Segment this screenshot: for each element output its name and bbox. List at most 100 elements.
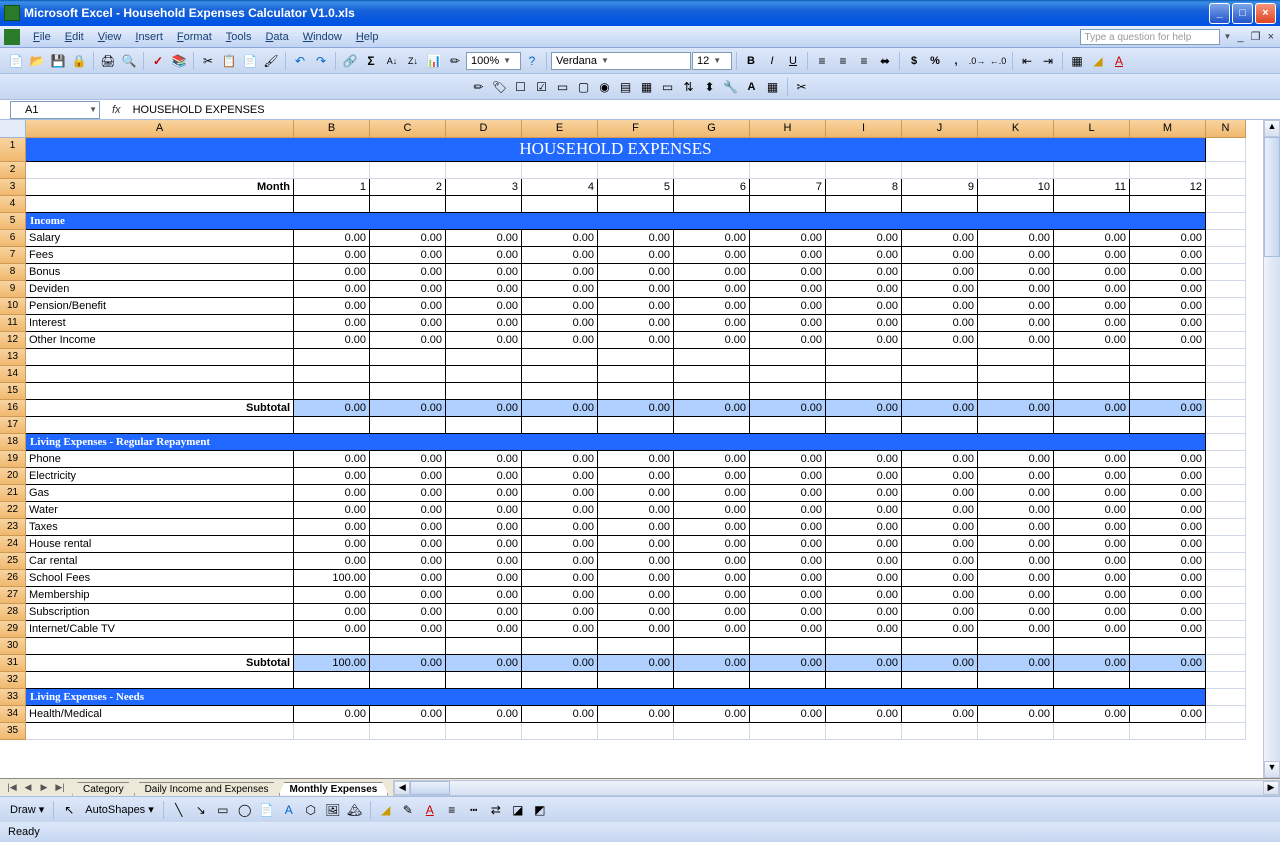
data-cell[interactable]: 0.00 (446, 298, 522, 315)
spelling-button[interactable]: ✓ (148, 51, 168, 71)
bold-button[interactable]: B (741, 51, 761, 71)
data-cell[interactable]: 0.00 (294, 451, 370, 468)
data-cell[interactable]: 0.00 (826, 706, 902, 723)
data-cell[interactable]: 0.00 (446, 281, 522, 298)
menu-edit[interactable]: Edit (58, 29, 91, 45)
data-cell[interactable]: 0.00 (598, 587, 674, 604)
forms-btn-3[interactable]: ☐ (511, 77, 531, 97)
permission-button[interactable]: 🔒 (69, 51, 89, 71)
data-cell[interactable]: 0.00 (902, 332, 978, 349)
name-box[interactable]: A1▼ (10, 101, 100, 119)
fill-color-button[interactable]: ◢ (1088, 51, 1108, 71)
data-cell[interactable]: 0.00 (294, 332, 370, 349)
forms-btn-10[interactable]: ▭ (658, 77, 678, 97)
data-cell[interactable]: 0.00 (598, 621, 674, 638)
data-cell[interactable]: 0.00 (370, 247, 446, 264)
data-cell[interactable]: 0.00 (674, 502, 750, 519)
underline-button[interactable]: U (783, 51, 803, 71)
font-combo[interactable]: Verdana▼ (551, 52, 691, 70)
data-cell[interactable]: 0.00 (978, 604, 1054, 621)
data-cell[interactable]: 0.00 (902, 502, 978, 519)
row-header-25[interactable]: 25 (0, 553, 26, 570)
cut-button[interactable]: ✂ (198, 51, 218, 71)
doc-minimize-button[interactable]: _ (1235, 31, 1245, 43)
data-cell[interactable]: 0.00 (1130, 536, 1206, 553)
data-cell[interactable]: 0.00 (674, 604, 750, 621)
paste-button[interactable]: 📄 (240, 51, 260, 71)
data-cell[interactable]: 0.00 (750, 451, 826, 468)
data-cell[interactable]: 0.00 (978, 553, 1054, 570)
data-cell[interactable]: 0.00 (370, 332, 446, 349)
percent-button[interactable]: % (925, 51, 945, 71)
data-cell[interactable]: 0.00 (598, 553, 674, 570)
data-cell[interactable]: 0.00 (902, 468, 978, 485)
data-cell[interactable]: 0.00 (978, 298, 1054, 315)
data-cell[interactable]: 0.00 (294, 502, 370, 519)
arrow-button[interactable]: ↘ (191, 800, 211, 820)
data-cell[interactable]: 0.00 (1054, 315, 1130, 332)
data-cell[interactable]: 0.00 (522, 553, 598, 570)
data-cell[interactable]: 0.00 (446, 230, 522, 247)
fill-color-draw-button[interactable]: ◢ (376, 800, 396, 820)
data-cell[interactable]: 0.00 (1054, 604, 1130, 621)
data-cell[interactable]: 0.00 (370, 536, 446, 553)
data-cell[interactable]: 0.00 (446, 587, 522, 604)
sort-asc-button[interactable]: A↓ (382, 51, 402, 71)
print-preview-button[interactable]: 🔍 (119, 51, 139, 71)
data-cell[interactable]: 0.00 (522, 281, 598, 298)
data-cell[interactable]: 0.00 (522, 519, 598, 536)
data-cell[interactable]: 0.00 (598, 247, 674, 264)
data-cell[interactable]: 0.00 (1054, 706, 1130, 723)
select-objects-button[interactable]: ↖ (59, 800, 79, 820)
forms-btn-9[interactable]: ▦ (637, 77, 657, 97)
data-cell[interactable]: 0.00 (902, 264, 978, 281)
decrease-decimal-button[interactable]: ←.0 (988, 51, 1008, 71)
data-cell[interactable]: 0.00 (978, 468, 1054, 485)
data-cell[interactable]: 0.00 (522, 451, 598, 468)
row-header-28[interactable]: 28 (0, 604, 26, 621)
select-all-corner[interactable] (0, 120, 26, 138)
data-cell[interactable]: 0.00 (598, 468, 674, 485)
sort-desc-button[interactable]: Z↓ (403, 51, 423, 71)
forms-btn-16[interactable]: ✂ (792, 77, 812, 97)
data-cell[interactable]: 0.00 (370, 298, 446, 315)
shadow-button[interactable]: ◪ (508, 800, 528, 820)
data-cell[interactable]: 0.00 (750, 621, 826, 638)
data-cell[interactable]: 0.00 (750, 315, 826, 332)
col-header-H[interactable]: H (750, 120, 826, 138)
data-cell[interactable]: 0.00 (750, 298, 826, 315)
close-button[interactable]: × (1255, 3, 1276, 24)
spreadsheet-area[interactable]: ABCDEFGHIJKLMN1HOUSEHOLD EXPENSES23Month… (0, 120, 1280, 778)
row-header-3[interactable]: 3 (0, 179, 26, 196)
data-cell[interactable]: 0.00 (1054, 264, 1130, 281)
forms-btn-6[interactable]: ▢ (574, 77, 594, 97)
row-header-30[interactable]: 30 (0, 638, 26, 655)
data-cell[interactable]: 0.00 (1130, 706, 1206, 723)
row-header-35[interactable]: 35 (0, 723, 26, 740)
sheet-tab-category[interactable]: Category (72, 782, 135, 796)
data-cell[interactable]: 0.00 (522, 230, 598, 247)
data-cell[interactable]: 0.00 (674, 298, 750, 315)
data-cell[interactable]: 0.00 (1054, 519, 1130, 536)
data-cell[interactable]: 0.00 (446, 485, 522, 502)
data-cell[interactable]: 0.00 (1054, 536, 1130, 553)
data-cell[interactable]: 0.00 (1130, 332, 1206, 349)
3d-button[interactable]: ◩ (530, 800, 550, 820)
data-cell[interactable]: 0.00 (446, 553, 522, 570)
forms-btn-2[interactable]: 🏷 (490, 77, 510, 97)
data-cell[interactable]: 0.00 (294, 230, 370, 247)
data-cell[interactable]: 0.00 (902, 451, 978, 468)
data-cell[interactable]: 0.00 (1130, 451, 1206, 468)
data-cell[interactable]: 0.00 (598, 519, 674, 536)
row-header-33[interactable]: 33 (0, 689, 26, 706)
data-cell[interactable]: 0.00 (522, 502, 598, 519)
data-cell[interactable]: 0.00 (598, 570, 674, 587)
data-cell[interactable]: 0.00 (674, 587, 750, 604)
row-header-2[interactable]: 2 (0, 162, 26, 179)
forms-btn-5[interactable]: ▭ (553, 77, 573, 97)
data-cell[interactable]: 0.00 (674, 536, 750, 553)
data-cell[interactable]: 0.00 (750, 553, 826, 570)
data-cell[interactable]: 0.00 (1130, 553, 1206, 570)
forms-btn-11[interactable]: ⇅ (679, 77, 699, 97)
data-cell[interactable]: 0.00 (446, 332, 522, 349)
